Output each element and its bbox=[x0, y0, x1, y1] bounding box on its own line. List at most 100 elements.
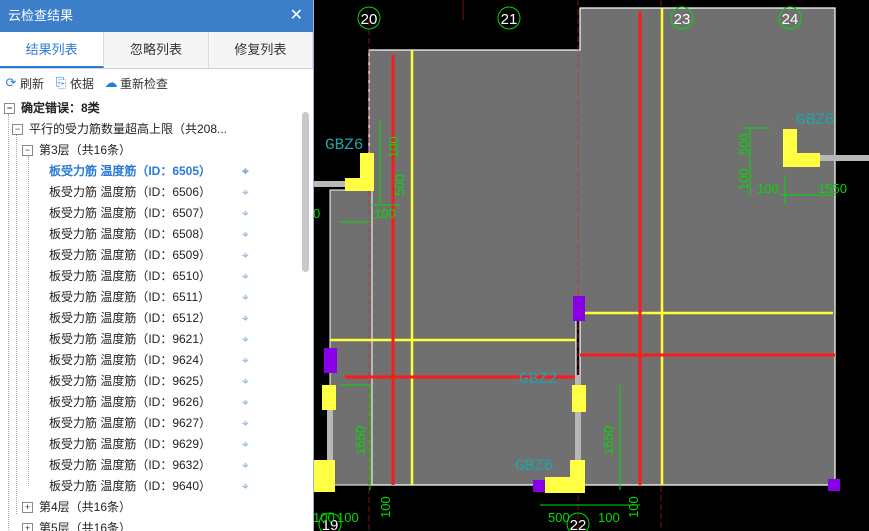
expand-icon[interactable]: + bbox=[22, 523, 33, 531]
locate-icon[interactable]: ⌖ bbox=[242, 203, 249, 224]
locate-icon[interactable]: ⌖ bbox=[242, 308, 249, 329]
refresh-icon: ⟳ bbox=[5, 75, 17, 90]
tree-item[interactable]: 板受力筋 温度筋（ID：9627） ⌖ bbox=[0, 413, 299, 434]
locate-icon[interactable]: ⌖ bbox=[242, 413, 249, 434]
collapse-icon[interactable]: − bbox=[22, 145, 33, 157]
tree-item-label: 板受力筋 温度筋（ID：9627） bbox=[49, 416, 212, 430]
locate-icon[interactable]: ⌖ bbox=[242, 329, 249, 350]
locate-icon[interactable]: ⌖ bbox=[242, 350, 249, 371]
refresh-label: 刷新 bbox=[20, 76, 45, 91]
dimension: 100 bbox=[337, 510, 359, 525]
basis-label: 依据 bbox=[70, 76, 95, 91]
tree-item[interactable]: 板受力筋 温度筋（ID：6508） ⌖ bbox=[0, 224, 299, 245]
tree-item[interactable]: 板受力筋 温度筋（ID：6507） ⌖ bbox=[0, 203, 299, 224]
panel-titlebar: 云检查结果 ✕ bbox=[0, 0, 313, 32]
dimension: 100 bbox=[313, 510, 335, 525]
locate-icon[interactable]: ⌖ bbox=[242, 434, 249, 455]
locate-icon[interactable]: ⌖ bbox=[242, 455, 249, 476]
tree-item-label: 板受力筋 温度筋（ID：9632） bbox=[49, 458, 212, 472]
tree-item-label: 板受力筋 温度筋（ID：9624） bbox=[49, 353, 212, 367]
refresh-button[interactable]: ⟳ 刷新 bbox=[4, 75, 44, 92]
tree-item[interactable]: 板受力筋 温度筋（ID：9640） ⌖ bbox=[0, 476, 299, 497]
tree-category[interactable]: − 平行的受力筋数量超高上限（共208... bbox=[0, 119, 299, 140]
locate-icon[interactable]: ⌖ bbox=[242, 266, 249, 287]
tree-category-label: 平行的受力筋数量超高上限（共208... bbox=[29, 122, 228, 136]
cloud-check-panel: 云检查结果 ✕ 结果列表 忽略列表 修复列表 ⟳ 刷新 ⎘ 依据 ☁ 重新检查 … bbox=[0, 0, 314, 531]
dimension: 100 bbox=[757, 181, 779, 196]
tree-floor-label: 第3层（共16条） bbox=[39, 143, 132, 157]
recheck-label: 重新检查 bbox=[120, 76, 169, 91]
tree-root[interactable]: − 确定错误：8类 bbox=[0, 98, 299, 119]
dimension: 100 bbox=[374, 206, 396, 221]
tab-result-list[interactable]: 结果列表 bbox=[0, 32, 105, 68]
tree-item[interactable]: 板受力筋 温度筋（ID：6511） ⌖ bbox=[0, 287, 299, 308]
locate-icon[interactable]: ⌖ bbox=[242, 392, 249, 413]
axis-label: 23 bbox=[674, 11, 691, 28]
axis-label: 22 bbox=[570, 517, 587, 531]
expand-icon[interactable]: + bbox=[22, 502, 33, 514]
axis-label: 21 bbox=[501, 11, 518, 28]
tree-item-label: 板受力筋 温度筋（ID：6509） bbox=[49, 248, 212, 262]
locate-icon[interactable]: ⌖ bbox=[242, 161, 249, 182]
tree-item[interactable]: 板受力筋 温度筋（ID：6509） ⌖ bbox=[0, 245, 299, 266]
tree-root-label: 确定错误：8类 bbox=[21, 101, 100, 115]
locate-icon[interactable]: ⌖ bbox=[242, 287, 249, 308]
dimension: 500 bbox=[392, 174, 407, 196]
tree-floor-label: 第5层（共16条） bbox=[39, 521, 132, 531]
close-icon[interactable]: ✕ bbox=[290, 0, 303, 32]
locate-icon[interactable]: ⌖ bbox=[242, 224, 249, 245]
recheck-button[interactable]: ☁ 重新检查 bbox=[104, 75, 169, 92]
tree-item-label: 板受力筋 温度筋（ID：6510） bbox=[49, 269, 212, 283]
tree-item[interactable]: 板受力筋 温度筋（ID：9629） ⌖ bbox=[0, 434, 299, 455]
dimension: 100 bbox=[626, 496, 641, 518]
tree-item-label: 板受力筋 温度筋（ID：9625） bbox=[49, 374, 212, 388]
tree-item[interactable]: 板受力筋 温度筋（ID：9621） ⌖ bbox=[0, 329, 299, 350]
document-search-icon: ⎘ bbox=[55, 75, 67, 90]
tree-item-label: 板受力筋 温度筋（ID：9626） bbox=[49, 395, 212, 409]
locate-icon[interactable]: ⌖ bbox=[242, 182, 249, 203]
dimension: 100 bbox=[598, 510, 620, 525]
column-label: GBZ6 bbox=[515, 457, 553, 475]
panel-tabs: 结果列表 忽略列表 修复列表 bbox=[0, 32, 313, 69]
tree-item-label: 板受力筋 温度筋（ID：6506） bbox=[49, 185, 212, 199]
locate-icon[interactable]: ⌖ bbox=[242, 476, 249, 497]
tab-repair-list[interactable]: 修复列表 bbox=[209, 32, 313, 68]
column-label: GBZ6 bbox=[796, 111, 834, 129]
tree-floor-label: 第4层（共16条） bbox=[39, 500, 132, 514]
dimension: 1550 bbox=[353, 426, 368, 455]
tree-scrollbar[interactable] bbox=[302, 112, 309, 272]
tree-item-label: 板受力筋 温度筋（ID：6512） bbox=[49, 311, 212, 325]
tree-item-label: 板受力筋 温度筋（ID：9621） bbox=[49, 332, 212, 346]
tree-item-label: 板受力筋 温度筋（ID：6505） bbox=[49, 164, 212, 178]
tree-item[interactable]: 板受力筋 温度筋（ID：9626） ⌖ bbox=[0, 392, 299, 413]
dimension: 500 bbox=[736, 133, 751, 155]
locate-icon[interactable]: ⌖ bbox=[242, 371, 249, 392]
locate-icon[interactable]: ⌖ bbox=[242, 245, 249, 266]
dimension: 0 bbox=[313, 206, 320, 221]
tree-item[interactable]: 板受力筋 温度筋（ID：6505） ⌖ bbox=[0, 161, 299, 182]
tree-floor-4[interactable]: + 第4层（共16条） bbox=[0, 497, 299, 518]
tree-item[interactable]: 板受力筋 温度筋（ID：9632） ⌖ bbox=[0, 455, 299, 476]
result-tree: − 确定错误：8类 − 平行的受力筋数量超高上限（共208... − 第3层（共16条… bbox=[0, 98, 299, 531]
tree-item-label: 板受力筋 温度筋（ID：6507） bbox=[49, 206, 212, 220]
tree-floor-5[interactable]: + 第5层（共16条） bbox=[0, 518, 299, 531]
tree-item[interactable]: 板受力筋 温度筋（ID：6506） ⌖ bbox=[0, 182, 299, 203]
dimension: 500 bbox=[548, 510, 570, 525]
column-label: GBZ2 bbox=[519, 370, 557, 388]
collapse-icon[interactable]: − bbox=[4, 103, 15, 115]
dimension: 1550 bbox=[601, 426, 616, 455]
tree-item-label: 板受力筋 温度筋（ID：6508） bbox=[49, 227, 212, 241]
collapse-icon[interactable]: − bbox=[12, 124, 23, 136]
dimension: 1550 bbox=[818, 181, 847, 196]
tree-item[interactable]: 板受力筋 温度筋（ID：9624） ⌖ bbox=[0, 350, 299, 371]
dimension: 100 bbox=[386, 136, 401, 158]
tree-floor-3[interactable]: − 第3层（共16条） bbox=[0, 140, 299, 161]
cloud-icon: ☁ bbox=[104, 75, 118, 90]
basis-button[interactable]: ⎘ 依据 bbox=[54, 75, 94, 92]
tab-ignore-list[interactable]: 忽略列表 bbox=[104, 32, 209, 68]
column-label: GBZ6 bbox=[325, 136, 363, 154]
axis-label: 24 bbox=[782, 11, 799, 28]
tree-item[interactable]: 板受力筋 温度筋（ID：6510） ⌖ bbox=[0, 266, 299, 287]
tree-item[interactable]: 板受力筋 温度筋（ID：6512） ⌖ bbox=[0, 308, 299, 329]
tree-item[interactable]: 板受力筋 温度筋（ID：9625） ⌖ bbox=[0, 371, 299, 392]
